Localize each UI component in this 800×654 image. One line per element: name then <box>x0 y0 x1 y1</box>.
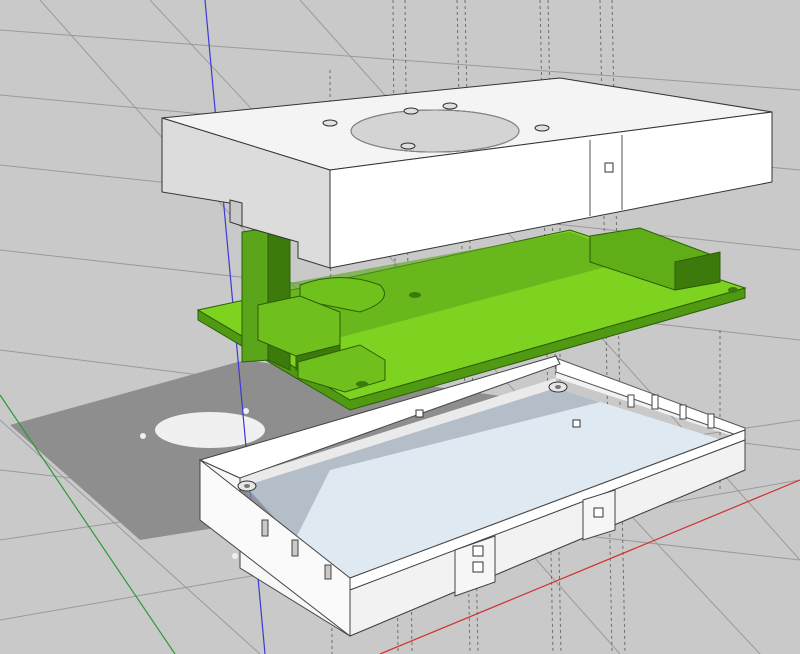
pcb-mount-hole <box>356 381 368 387</box>
shadow-hole <box>155 412 265 448</box>
shadow-hole-small <box>140 433 146 439</box>
base-marker <box>415 409 424 418</box>
lid-port-cutout <box>604 162 614 173</box>
base-screw-hole <box>244 484 250 488</box>
base-marker <box>572 419 581 428</box>
sketchup-viewport[interactable] <box>0 0 800 654</box>
shadow-hole-small <box>232 553 238 559</box>
base-screw-hole <box>555 385 561 389</box>
shadow-hole-small <box>243 408 249 414</box>
lid-notch <box>229 199 243 227</box>
pcb-mount-hole <box>409 292 421 298</box>
pcb-mount-hole <box>728 287 738 293</box>
